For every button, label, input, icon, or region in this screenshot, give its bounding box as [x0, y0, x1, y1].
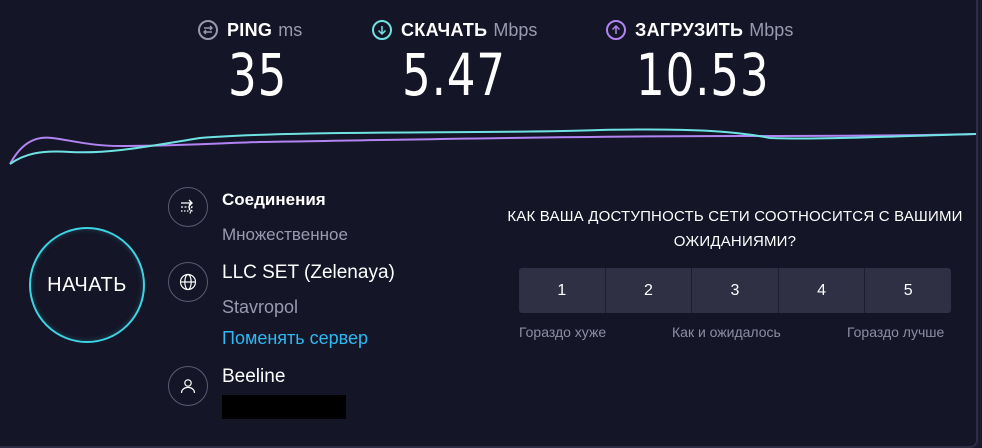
user-icon [168, 366, 208, 406]
connections-title: Соединения [222, 190, 326, 209]
ping-value: 35 [228, 41, 288, 109]
server-city: Stavropol [222, 297, 299, 317]
isp-name: Beeline [222, 366, 286, 387]
rating-scale: 1 2 3 4 5 [519, 268, 951, 313]
ping-unit: ms [278, 19, 303, 40]
ping-icon [198, 20, 218, 40]
rating-option-1[interactable]: 1 [519, 268, 606, 313]
connections-value: Множественное [222, 225, 348, 244]
arrows-icon [168, 187, 208, 227]
rating-option-4[interactable]: 4 [778, 268, 866, 313]
rating-option-3[interactable]: 3 [692, 268, 779, 313]
ping-label: PING [227, 19, 273, 40]
scale-high-label: Гораздо лучше [847, 324, 945, 340]
globe-icon [168, 262, 208, 302]
server-name: LLC SET (Zelenaya) [222, 262, 395, 283]
upload-unit: Mbps [749, 19, 794, 40]
change-server-link[interactable]: Поменять сервер [222, 328, 368, 349]
upload-label: ЗАГРУЗИТЬ [635, 19, 744, 40]
rating-option-2[interactable]: 2 [605, 268, 693, 313]
start-button[interactable]: НАЧАТЬ [29, 227, 145, 343]
survey-question: КАК ВАША ДОСТУПНОСТЬ СЕТИ СООТНОСИТСЯ С … [507, 208, 963, 250]
redacted-ip-block [222, 395, 346, 419]
scale-mid-label: Как и ожидалось [672, 324, 781, 340]
download-label: СКАЧАТЬ [401, 19, 488, 40]
download-graph-line [9, 128, 976, 165]
download-arrow-icon [372, 20, 392, 40]
upload-value: 10.53 [636, 41, 770, 109]
upload-arrow-icon [606, 20, 626, 40]
download-metric: СКАЧАТЬ Mbps 5.47 [372, 16, 538, 108]
speedtest-panel: PING ms 35 СКАЧАТЬ Mbps 5.47 ЗАГРУЗИТЬ M… [0, 0, 978, 448]
scale-low-label: Гораздо хуже [519, 324, 607, 340]
ping-metric: PING ms 35 [198, 16, 303, 108]
download-unit: Mbps [493, 19, 538, 40]
download-value: 5.47 [402, 41, 506, 109]
rating-option-5[interactable]: 5 [865, 268, 951, 313]
speed-graph [9, 128, 976, 165]
upload-metric: ЗАГРУЗИТЬ Mbps 10.53 [606, 16, 794, 108]
